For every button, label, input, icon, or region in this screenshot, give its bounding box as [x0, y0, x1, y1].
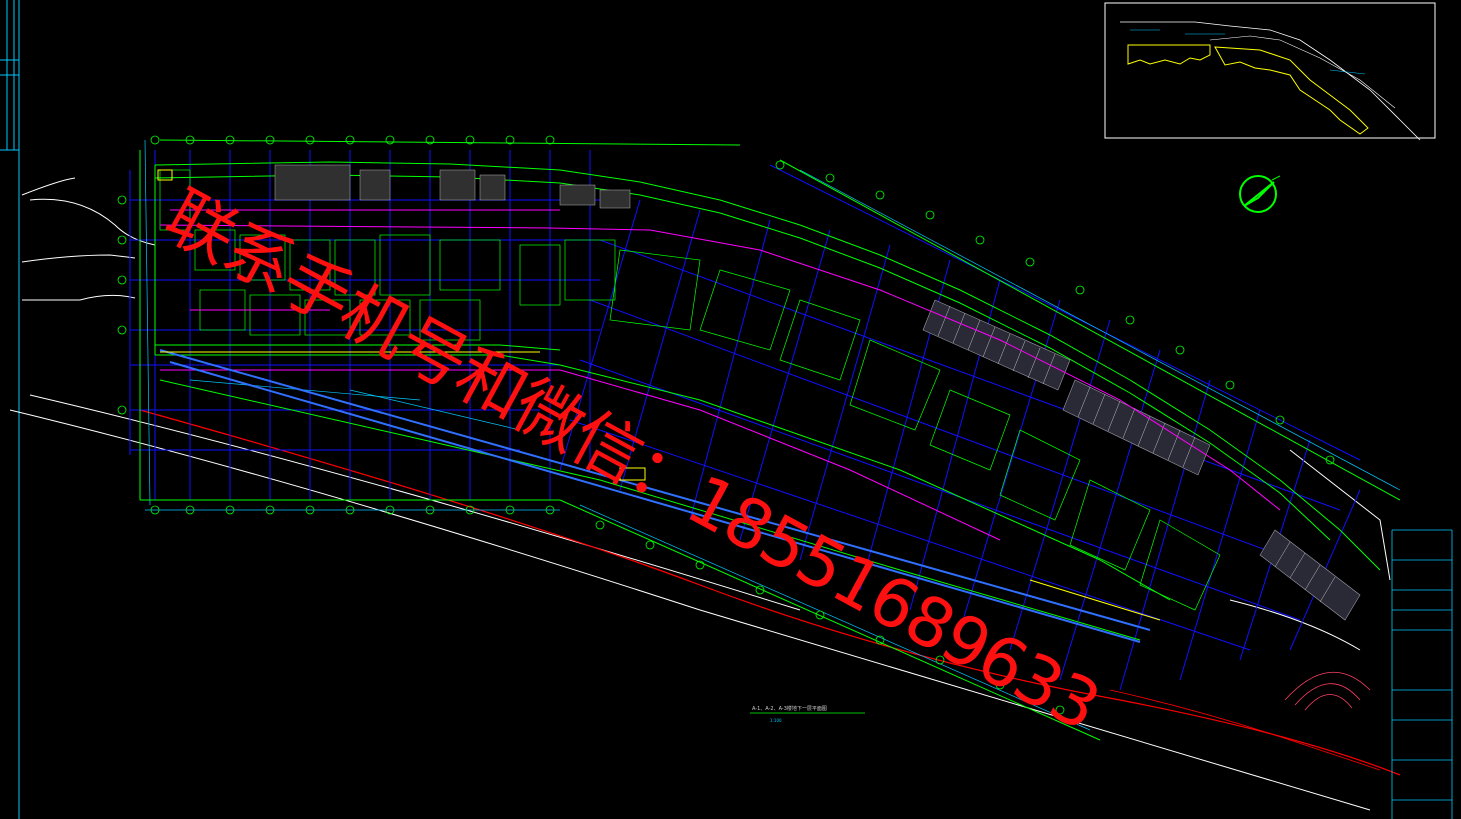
axis-grid-right — [559, 164, 1361, 691]
parking-stalls — [922, 299, 1361, 621]
drawing-scale: 1:100 — [770, 718, 782, 723]
north-arrow-icon — [1239, 175, 1280, 213]
room-partitions — [159, 169, 1221, 611]
cad-drawing-canvas[interactable] — [0, 0, 1461, 819]
road-curves — [9, 177, 1391, 811]
yellow-highlights — [157, 169, 1161, 621]
axis-grid-left — [129, 150, 600, 500]
dimension-lines — [144, 139, 1401, 731]
drawing-title: A-1、A-2、A-3楼地下一层平面图 — [752, 706, 827, 712]
building-walls — [139, 139, 1401, 741]
title-block-lines — [1391, 529, 1453, 819]
magenta-boundary — [159, 209, 1281, 541]
ramp — [1284, 671, 1371, 711]
stair-blocks — [274, 164, 631, 209]
frame-left — [0, 0, 20, 819]
key-map — [1104, 2, 1436, 141]
